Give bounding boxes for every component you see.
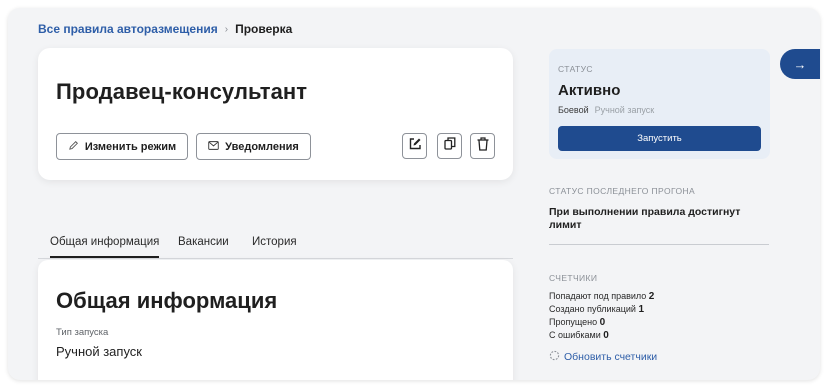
counter-created: Создано публикаций 1 [549,304,644,315]
notifications-button[interactable]: Уведомления [196,133,311,160]
counter-value: 0 [603,330,609,341]
section-title: Общая информация [56,288,278,313]
copy-icon [443,137,456,155]
last-run-status: При выполнении правила достигнут лимит [549,206,741,231]
status-value: Активно [558,82,621,99]
delete-button[interactable] [470,133,495,159]
breadcrumb-separator-icon: › [224,23,229,35]
counter-label: Создано публикаций [549,304,636,314]
status-label: Статус [558,64,593,74]
tab-history[interactable]: История [252,236,297,258]
side-panel-toggle[interactable]: → [780,49,820,79]
refresh-counters-label: Обновить счетчики [564,351,658,363]
counter-label: С ошибками [549,330,601,340]
counter-label: Пропущено [549,317,598,327]
status-launch-type: Ручной запуск [594,105,655,115]
change-mode-label: Изменить режим [84,140,177,153]
copy-button[interactable] [437,133,462,159]
general-info-card: Общая информация Тип запуска Ручной запу… [38,260,513,380]
status-mode: Боевой [558,105,589,115]
counter-label: Попадают под правило [549,291,647,301]
launch-type-label: Тип запуска [56,327,109,338]
edit-button[interactable] [402,133,427,159]
pencil-icon [68,140,79,154]
launch-type-value: Ручной запуск [56,344,142,359]
breadcrumb: Все правила авторазмещения › Проверка [38,22,292,36]
last-run-label: Статус последнего прогона [549,186,696,196]
tab-bar: Общая информация Вакансии История [38,231,513,259]
envelope-icon [208,140,219,153]
breadcrumb-current: Проверка [235,22,293,36]
counter-skipped: Пропущено 0 [549,317,605,328]
notifications-label: Уведомления [225,140,299,153]
counter-value: 2 [648,291,655,302]
header-card: Продавец-консультант Изменить режим Увед… [38,48,513,180]
breadcrumb-link-all-rules[interactable]: Все правила авторазмещения [38,22,218,36]
trash-icon [477,136,489,156]
app-frame: Все правила авторазмещения › Проверка Пр… [8,8,820,380]
refresh-icon [549,350,560,364]
edit-icon [408,137,422,156]
refresh-counters-link[interactable]: Обновить счетчики [549,350,657,364]
status-meta: Боевой Ручной запуск [558,105,654,115]
run-button[interactable]: Запустить [558,126,761,151]
tab-vacancies[interactable]: Вакансии [178,236,229,258]
arrow-right-icon: → [793,56,807,72]
divider [549,244,769,245]
counters-label: Счетчики [549,273,598,283]
status-card: Статус Активно Боевой Ручной запуск Запу… [549,49,770,159]
counter-value: 0 [599,317,606,328]
counter-matching: Попадают под правило 2 [549,291,654,302]
tab-general-info[interactable]: Общая информация [50,236,160,258]
page-title: Продавец-консультант [56,79,308,104]
counter-value: 1 [638,304,644,315]
counter-errors: С ошибками 0 [549,330,609,341]
change-mode-button[interactable]: Изменить режим [56,133,188,160]
